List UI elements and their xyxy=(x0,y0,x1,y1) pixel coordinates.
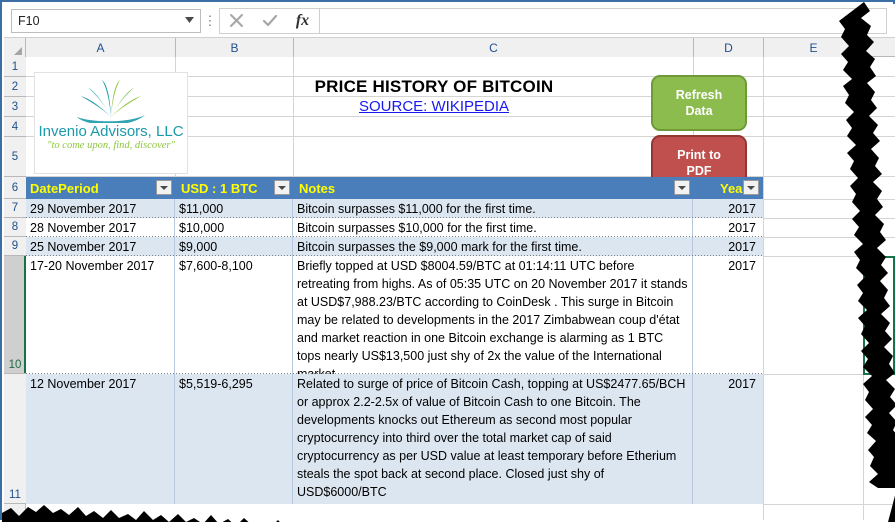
row-header-3[interactable]: 3 xyxy=(4,97,26,117)
cell-notes: Bitcoin surpasses $11,000 for the first … xyxy=(293,199,693,218)
refresh-data-button-label-1: Refresh xyxy=(675,88,723,102)
table-row[interactable]: 12 November 2017 $5,519-6,295 Related to… xyxy=(26,374,763,504)
cell-notes: Related to surge of price of Bitcoin Cas… xyxy=(293,374,693,504)
source-link[interactable]: SOURCE: WIKIPEDIA xyxy=(175,97,693,116)
fx-icon[interactable]: fx xyxy=(286,9,319,33)
confirm-check-icon[interactable] xyxy=(253,9,286,33)
select-all-corner[interactable] xyxy=(4,38,26,57)
fan-leaf-logo-icon xyxy=(77,80,145,123)
cell-year: 2017 xyxy=(728,259,756,273)
row-header-8[interactable]: 8 xyxy=(4,218,26,237)
formula-bar: F10 ⋮ fx xyxy=(4,4,895,38)
cell-notes: Bitcoin surpasses $10,000 for the first … xyxy=(293,218,693,237)
table-row[interactable]: 17-20 November 2017 $7,600-8,100 Briefly… xyxy=(26,256,763,381)
cell-year: 2017 xyxy=(728,377,756,391)
row-header-4[interactable]: 4 xyxy=(4,117,26,137)
cell-usd: $10,000 xyxy=(175,218,293,237)
filter-button-usd[interactable] xyxy=(274,180,290,195)
formula-input[interactable] xyxy=(319,7,887,34)
column-header-c[interactable]: C xyxy=(294,38,694,57)
cell-dateperiod: 17-20 November 2017 xyxy=(26,256,175,374)
table-row[interactable]: 29 November 2017 $11,000 Bitcoin surpass… xyxy=(26,199,763,218)
filter-button-year[interactable] xyxy=(743,180,759,195)
row-header-bar: 1 2 3 4 5 6 7 8 9 10 11 xyxy=(4,57,26,520)
name-box[interactable]: F10 xyxy=(11,8,201,33)
cell-dateperiod: 29 November 2017 xyxy=(26,199,175,218)
row-header-11[interactable]: 11 xyxy=(4,374,26,504)
sheet-cells: PRICE HISTORY OF BITCOIN SOURCE: WIKIPED… xyxy=(26,57,895,520)
row-header-1[interactable]: 1 xyxy=(4,57,26,77)
cell-notes: Bitcoin surpasses the $9,000 mark for th… xyxy=(293,237,693,256)
cell-year: 2017 xyxy=(728,221,756,235)
table-row[interactable]: 25 November 2017 $9,000 Bitcoin surpasse… xyxy=(26,237,763,256)
row-header-2[interactable]: 2 xyxy=(4,77,26,97)
cell-dateperiod: 12 November 2017 xyxy=(26,374,175,504)
column-header-b[interactable]: B xyxy=(176,38,294,57)
more-options-icon[interactable]: ⋮ xyxy=(201,14,219,27)
row-header-9[interactable]: 9 xyxy=(4,237,26,256)
logo-tagline: "to come upon, find, discover" xyxy=(47,140,175,151)
row-header-5[interactable]: 5 xyxy=(4,137,26,177)
cell-usd: $5,519-6,295 xyxy=(175,374,293,504)
cell-notes: Briefly topped at USD $8004.59/BTC at 01… xyxy=(293,256,693,381)
column-header-bar: A B C D E xyxy=(4,38,895,57)
cancel-x-icon[interactable] xyxy=(220,9,253,33)
formula-bar-tools: fx xyxy=(219,7,319,34)
spreadsheet-window: F10 ⋮ fx A B C D E 1 2 3 4 5 6 7 8 9 10 … xyxy=(0,0,895,522)
logo-company-name: Invenio Advisors, LLC xyxy=(38,123,184,140)
cell-usd: $7,600-8,100 xyxy=(175,256,293,374)
table-row[interactable]: 28 November 2017 $10,000 Bitcoin surpass… xyxy=(26,218,763,237)
refresh-data-button[interactable]: Refresh Data xyxy=(651,75,747,131)
filter-button-notes[interactable] xyxy=(674,180,690,195)
company-logo: Invenio Advisors, LLC "to come upon, fin… xyxy=(34,72,188,174)
table-header-row: DatePeriod USD : 1 BTC Notes Year xyxy=(26,177,763,199)
cell-usd: $9,000 xyxy=(175,237,293,256)
row-header-10[interactable]: 10 xyxy=(4,256,26,374)
active-cell-selection xyxy=(863,256,895,375)
refresh-data-button-label-2: Data xyxy=(685,104,713,118)
cell-year: 2017 xyxy=(728,202,756,216)
column-header-e[interactable]: E xyxy=(764,38,864,57)
print-to-pdf-button-label-1: Print to xyxy=(677,148,721,162)
name-box-value: F10 xyxy=(18,13,40,28)
worksheet-grid: A B C D E 1 2 3 4 5 6 7 8 9 10 11 PRICE … xyxy=(4,38,895,520)
row-header-7[interactable]: 7 xyxy=(4,199,26,218)
cell-dateperiod: 28 November 2017 xyxy=(26,218,175,237)
filter-button-dateperiod[interactable] xyxy=(156,180,172,195)
column-header-a[interactable]: A xyxy=(26,38,176,57)
column-header-dateperiod: DatePeriod xyxy=(30,180,99,196)
cell-year: 2017 xyxy=(728,240,756,254)
row-header-6[interactable]: 6 xyxy=(4,177,26,199)
column-header-notes: Notes xyxy=(299,180,336,196)
cell-usd: $11,000 xyxy=(175,199,293,218)
page-title: PRICE HISTORY OF BITCOIN xyxy=(314,77,554,96)
chevron-down-icon[interactable] xyxy=(178,16,200,25)
column-header-d[interactable]: D xyxy=(694,38,764,57)
cell-dateperiod: 25 November 2017 xyxy=(26,237,175,256)
